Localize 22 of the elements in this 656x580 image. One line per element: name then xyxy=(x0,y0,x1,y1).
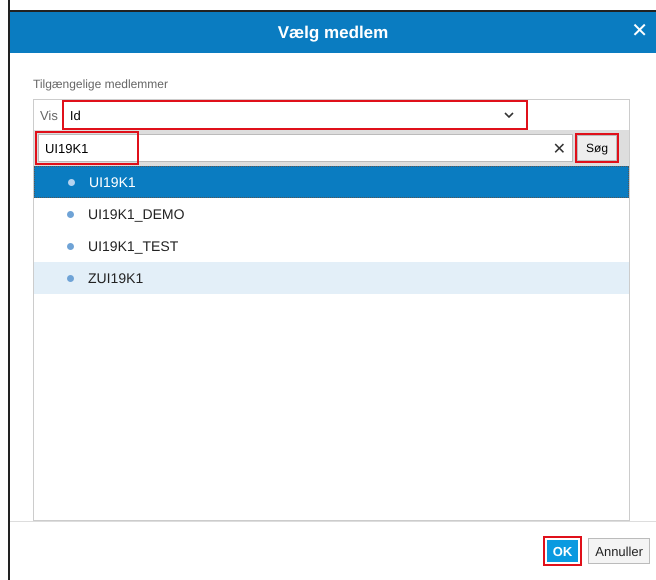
member-name: UI19K1_TEST xyxy=(88,238,178,254)
bullet-icon xyxy=(67,242,74,250)
cancel-button[interactable]: Annuller xyxy=(588,538,650,564)
show-label: Vis xyxy=(40,108,58,122)
bullet-icon xyxy=(67,210,74,218)
member-name: UI19K1 xyxy=(89,174,136,190)
show-dropdown[interactable]: Id xyxy=(64,102,526,128)
member-item[interactable]: UI19K1_DEMO xyxy=(34,198,629,230)
clear-button[interactable]: ✕ xyxy=(546,138,572,158)
member-item[interactable]: UI19K1_TEST xyxy=(34,230,629,262)
bullet-icon xyxy=(68,178,75,186)
member-item[interactable]: UI19K1 xyxy=(34,166,629,198)
bullet-icon xyxy=(67,274,74,282)
search-button[interactable]: Søg xyxy=(576,135,617,161)
chevron-down-icon xyxy=(504,112,514,118)
member-name: UI19K1_DEMO xyxy=(88,206,184,222)
member-name: ZUI19K1 xyxy=(88,270,144,286)
section-label: Tilgængelige medlemmer xyxy=(33,77,169,91)
member-item[interactable]: ZUI19K1 xyxy=(34,262,629,294)
search-field[interactable]: UI19K1 ✕ xyxy=(38,134,573,162)
dialog-title: Vælg medlem xyxy=(278,22,388,42)
close-button[interactable]: ✕ xyxy=(627,18,652,42)
